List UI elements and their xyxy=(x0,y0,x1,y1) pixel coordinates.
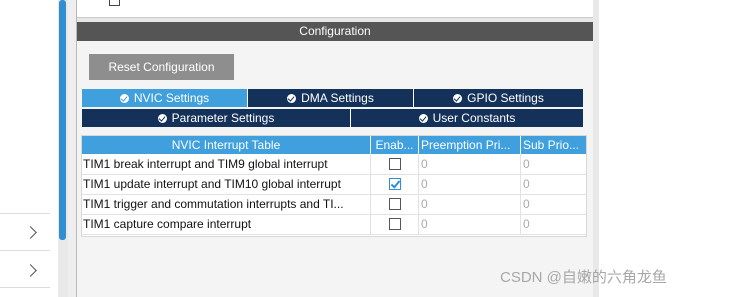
preemption-priority[interactable]: 0 xyxy=(419,174,521,194)
column-header-enabled[interactable]: Enab... xyxy=(371,136,419,154)
check-circle-icon xyxy=(418,114,428,123)
preemption-priority[interactable]: 0 xyxy=(419,154,521,174)
interrupt-name: TIM1 capture compare interrupt xyxy=(82,214,371,234)
tab-dma-settings[interactable]: DMA Settings xyxy=(248,89,414,107)
interrupt-name: TIM1 update interrupt and TIM10 global i… xyxy=(82,174,371,194)
column-header-preemption[interactable]: Preemption Pri... xyxy=(419,136,521,154)
tab-gpio-settings[interactable]: GPIO Settings xyxy=(414,89,583,107)
panel-border xyxy=(593,0,599,297)
tab-user-constants[interactable]: User Constants xyxy=(351,109,583,127)
tree-divider xyxy=(0,213,50,214)
enable-checkbox[interactable] xyxy=(389,198,401,210)
reset-configuration-button[interactable]: Reset Configuration xyxy=(89,54,234,80)
tab-label: Parameter Settings xyxy=(171,111,275,125)
chevron-right-icon[interactable] xyxy=(24,226,37,239)
enable-checkbox[interactable] xyxy=(389,218,401,230)
mode-checkbox[interactable] xyxy=(109,0,120,6)
sub-priority[interactable]: 0 xyxy=(521,194,586,214)
interrupt-name: TIM1 break interrupt and TIM9 global int… xyxy=(82,154,371,174)
configuration-panel: Configuration Reset Configuration NVIC S… xyxy=(76,0,594,297)
preemption-priority[interactable]: 0 xyxy=(419,214,521,234)
table-row[interactable]: TIM1 break interrupt and TIM9 global int… xyxy=(82,154,586,175)
chevron-right-icon[interactable] xyxy=(24,264,37,277)
check-circle-icon xyxy=(157,114,167,123)
sub-priority[interactable]: 0 xyxy=(521,214,586,234)
check-circle-icon xyxy=(119,94,129,103)
sub-priority[interactable]: 0 xyxy=(521,154,586,174)
column-header-interrupt[interactable]: NVIC Interrupt Table xyxy=(82,136,371,154)
panel-gutter xyxy=(68,0,76,297)
table-row[interactable]: TIM1 capture compare interrupt 0 0 xyxy=(82,214,586,235)
check-circle-icon xyxy=(453,94,463,103)
tab-nvic-settings[interactable]: NVIC Settings xyxy=(82,89,248,107)
tree-divider xyxy=(0,250,50,251)
sub-priority[interactable]: 0 xyxy=(521,174,586,194)
interrupt-name: TIM1 trigger and commutation interrupts … xyxy=(82,194,371,214)
configuration-header: Configuration xyxy=(77,22,593,41)
left-tree-panel xyxy=(0,0,55,297)
enable-checkbox-checked[interactable] xyxy=(389,178,401,190)
preemption-priority[interactable]: 0 xyxy=(419,194,521,214)
tab-label: DMA Settings xyxy=(301,91,374,105)
nvic-interrupt-table: NVIC Interrupt Table Enab... Preemption … xyxy=(81,135,587,237)
mode-panel-bottom xyxy=(77,0,593,18)
tab-label: GPIO Settings xyxy=(467,91,544,105)
tree-divider xyxy=(0,287,50,288)
configuration-body: Reset Configuration NVIC Settings DMA Se… xyxy=(77,41,593,297)
tab-label: NVIC Settings xyxy=(133,91,210,105)
enable-checkbox[interactable] xyxy=(389,158,401,170)
tab-parameter-settings[interactable]: Parameter Settings xyxy=(82,109,351,127)
check-circle-icon xyxy=(287,94,297,103)
right-panel xyxy=(593,0,741,297)
table-row[interactable]: TIM1 update interrupt and TIM10 global i… xyxy=(82,174,586,195)
column-header-sub-priority[interactable]: Sub Prio... xyxy=(521,136,586,154)
table-row[interactable]: TIM1 trigger and commutation interrupts … xyxy=(82,194,586,215)
scrollbar-thumb[interactable] xyxy=(59,0,66,240)
tab-label: User Constants xyxy=(432,111,516,125)
watermark-text: CSDN @自嫩的六角龙鱼 xyxy=(500,269,667,286)
